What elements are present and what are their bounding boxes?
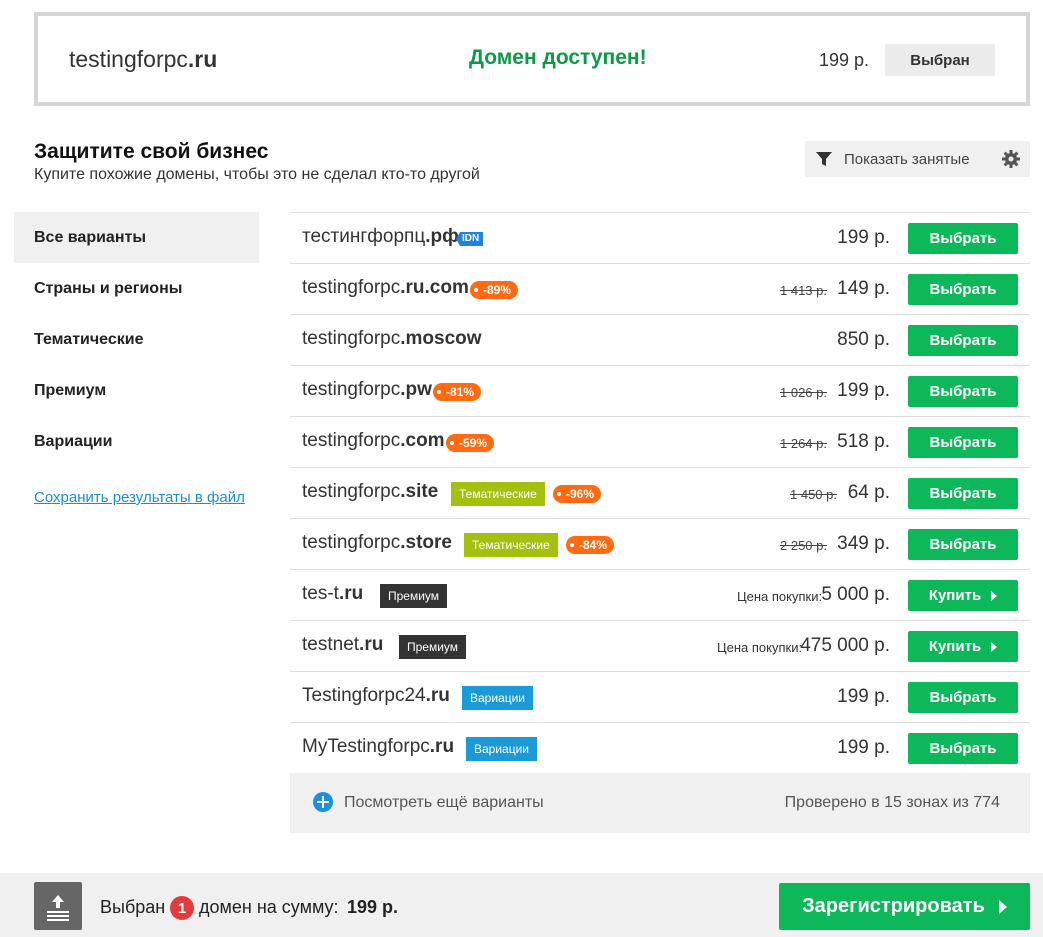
- old-price: 1 450 р.: [790, 487, 837, 502]
- domain-name: testingforpc.store: [302, 532, 452, 553]
- upload-icon-glyph: [47, 895, 69, 921]
- price: 349 р.: [837, 533, 890, 554]
- price: 5 000 р.: [821, 584, 890, 605]
- category-tag: Вариации: [462, 686, 534, 710]
- domain-name: testnet.ru: [302, 634, 384, 655]
- price: 149 р.: [837, 278, 890, 299]
- select-button[interactable]: Выбрать: [908, 478, 1018, 509]
- table-row: testingforpc.site Тематические -96% 1 45…: [290, 467, 1030, 518]
- hero-domain-zone: .ru: [187, 46, 218, 72]
- gear-icon[interactable]: [1002, 150, 1020, 168]
- more-variants-link[interactable]: Посмотреть ещё варианты: [344, 794, 544, 812]
- old-price: 1 413 р.: [780, 283, 827, 298]
- section-title: Защитите свой бизнес: [34, 140, 269, 163]
- category-tag: Тематические: [464, 533, 558, 557]
- sidebar-item-thematic[interactable]: Тематические: [14, 314, 259, 365]
- arrow-right-icon: [991, 641, 998, 652]
- domain-result-box: testingforpc.ru Домен доступен! 199 р. В…: [34, 12, 1030, 106]
- discount-badge: -84%: [566, 536, 615, 554]
- buy-button[interactable]: Купить: [908, 580, 1018, 611]
- select-button[interactable]: Выбрать: [908, 274, 1018, 305]
- save-results-link[interactable]: Сохранить результаты в файл: [34, 489, 245, 506]
- domain-name: testingforpc.site: [302, 481, 439, 502]
- discount-badge: -59%: [446, 434, 495, 452]
- total-sum: 199 р.: [347, 897, 399, 917]
- category-tag: Вариации: [466, 737, 538, 761]
- discount-badge: -81%: [433, 383, 482, 401]
- old-price: 1 264 р.: [780, 436, 827, 451]
- sidebar-item-countries[interactable]: Страны и регионы: [14, 263, 259, 314]
- select-button[interactable]: Выбрать: [908, 733, 1018, 764]
- selected-count-badge: 1: [170, 896, 194, 920]
- price: 850 р.: [837, 329, 890, 350]
- table-row: MyTestingforpc.ru Вариации 199 р. Выбрат…: [290, 722, 1030, 773]
- price: 475 000 р.: [800, 635, 890, 656]
- price: 199 р.: [837, 227, 890, 248]
- select-button[interactable]: Выбрать: [908, 325, 1018, 356]
- checked-zones-info: Проверено в 15 зонах из 774: [784, 794, 1000, 811]
- domain-name: тестингфорпц.рф: [302, 226, 459, 247]
- hero-price: 199 р.: [819, 50, 870, 70]
- table-row: testingforpc.ru.com -89% 1 413 р. 149 р.…: [290, 263, 1030, 314]
- hero-domain-name: testingforpc: [69, 46, 188, 72]
- purchase-price-label: Цена покупки:: [737, 589, 823, 604]
- price: 199 р.: [837, 737, 890, 758]
- old-price: 1 026 р.: [780, 385, 827, 400]
- select-button[interactable]: Выбрать: [908, 682, 1018, 713]
- register-button[interactable]: Зарегистрировать: [779, 883, 1030, 930]
- discount-badge: -96%: [553, 485, 602, 503]
- cart-summary-bar: Выбран 1 домен на сумму: 199 р. Зарегист…: [0, 873, 1043, 937]
- buy-button[interactable]: Купить: [908, 631, 1018, 662]
- select-button[interactable]: Выбрать: [908, 223, 1018, 254]
- category-tag: Премиум: [380, 584, 448, 608]
- price: 199 р.: [837, 380, 890, 401]
- table-row: tes-t.ru Премиум Цена покупки: 5 000 р. …: [290, 569, 1030, 620]
- arrow-right-icon: [998, 899, 1007, 914]
- plus-circle-icon[interactable]: [313, 792, 333, 812]
- show-taken-filter-button[interactable]: Показать занятые: [805, 141, 1030, 177]
- domain-name: testingforpc.pw: [302, 379, 432, 400]
- table-row: Testingforpc24.ru Вариации 199 р. Выбрат…: [290, 671, 1030, 722]
- section-subtitle: Купите похожие домены, чтобы это не сдел…: [34, 166, 480, 183]
- domain-name: MyTestingforpc.ru: [302, 736, 455, 757]
- select-button[interactable]: Выбрать: [908, 376, 1018, 407]
- domain-name: testingforpc.moscow: [302, 328, 482, 349]
- domain-name: Testingforpc24.ru: [302, 685, 450, 706]
- sidebar-item-premium[interactable]: Премиум: [14, 365, 259, 416]
- category-tag: Тематические: [451, 482, 545, 506]
- arrow-right-icon: [991, 590, 998, 601]
- idn-badge: IDN: [456, 232, 484, 246]
- hero-domain: testingforpc.ru: [69, 46, 217, 73]
- table-row: тестингфорпц.рф IDN 199 р. Выбрать: [290, 212, 1030, 263]
- table-row: testingforpc.com -59% 1 264 р. 518 р. Вы…: [290, 416, 1030, 467]
- selected-prefix: Выбран: [100, 897, 166, 917]
- price: 199 р.: [837, 686, 890, 707]
- domain-name: testingforpc.ru.com: [302, 277, 469, 298]
- domain-name: tes-t.ru: [302, 583, 364, 604]
- more-variants-bar: Посмотреть ещё варианты Проверено в 15 з…: [290, 773, 1030, 833]
- table-row: testingforpc.moscow 850 р. Выбрать: [290, 314, 1030, 365]
- sidebar-item-all[interactable]: Все варианты: [14, 212, 259, 263]
- sidebar-item-variations[interactable]: Вариации: [14, 416, 259, 467]
- selected-button[interactable]: Выбран: [885, 44, 995, 76]
- price: 518 р.: [837, 431, 890, 452]
- domain-results-list: тестингфорпц.рф IDN 199 р. Выбрать testi…: [290, 212, 1030, 773]
- selected-suffix: домен на сумму:: [199, 897, 339, 917]
- category-tag: Премиум: [399, 635, 467, 659]
- filter-icon: [816, 152, 832, 166]
- filter-label: Показать занятые: [844, 151, 970, 168]
- domain-name: testingforpc.com: [302, 430, 445, 451]
- select-button[interactable]: Выбрать: [908, 427, 1018, 458]
- availability-status: Домен доступен!: [469, 46, 647, 69]
- upload-icon[interactable]: [34, 882, 82, 930]
- old-price: 2 250 р.: [780, 538, 827, 553]
- purchase-price-label: Цена покупки:: [717, 640, 803, 655]
- price: 64 р.: [847, 482, 890, 503]
- discount-badge: -89%: [470, 281, 519, 299]
- table-row: testnet.ru Премиум Цена покупки: 475 000…: [290, 620, 1030, 671]
- table-row: testingforpc.store Тематические -84% 2 2…: [290, 518, 1030, 569]
- table-row: testingforpc.pw -81% 1 026 р. 199 р. Выб…: [290, 365, 1030, 416]
- select-button[interactable]: Выбрать: [908, 529, 1018, 560]
